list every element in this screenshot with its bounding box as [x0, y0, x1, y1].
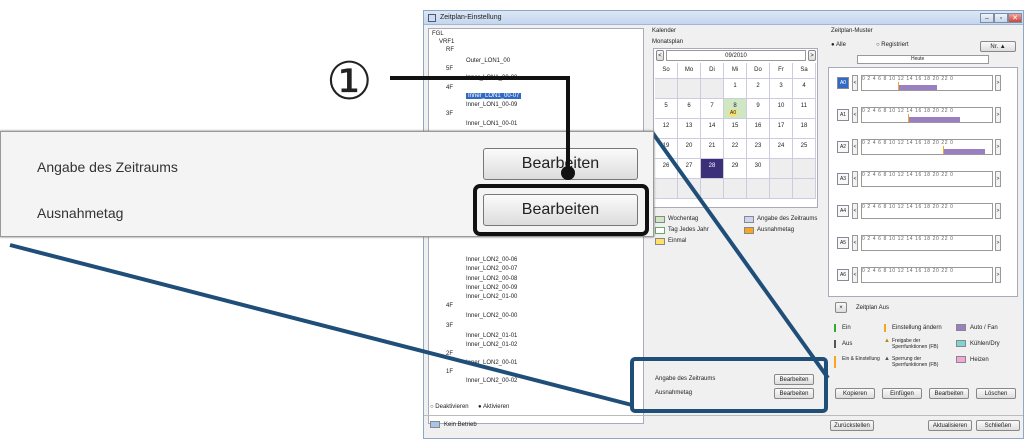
- callout-badge: ①: [324, 54, 390, 110]
- callout-connector: [388, 76, 575, 180]
- callout-number: ①: [326, 52, 373, 112]
- callout-connector-line: [388, 76, 570, 170]
- callout-dot: [561, 166, 575, 180]
